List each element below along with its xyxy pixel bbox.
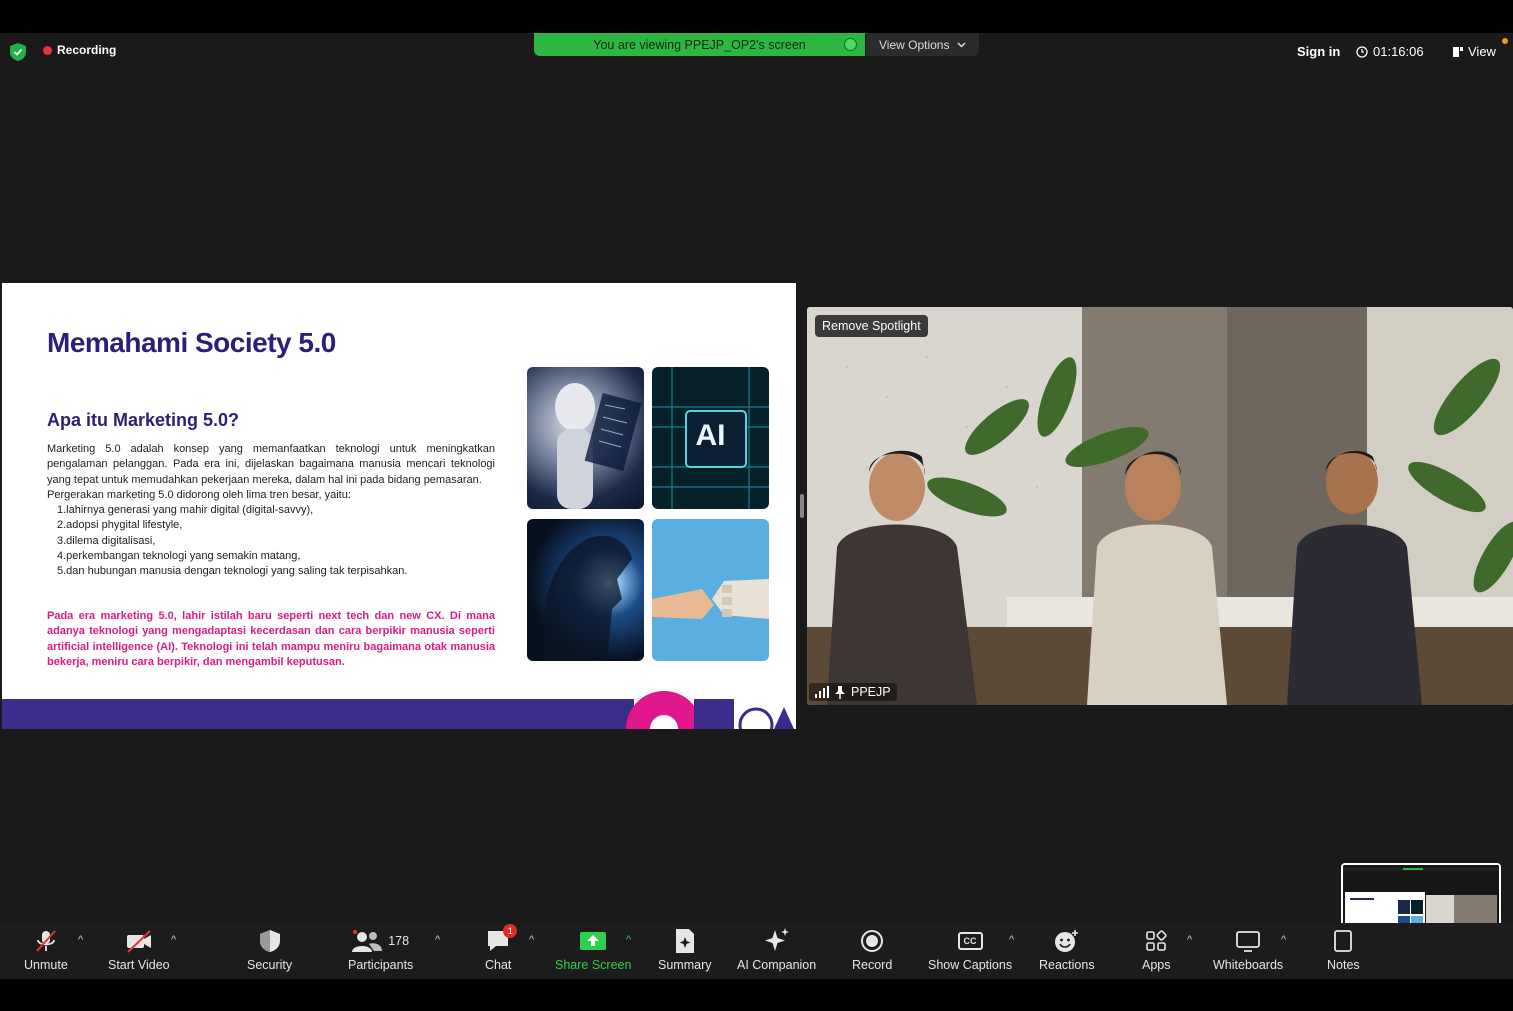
- participants-options-chevron-icon[interactable]: ^: [435, 934, 440, 946]
- pin-icon: [835, 685, 845, 699]
- trend-item: 5.dan hubungan manusia dengan teknologi …: [57, 565, 408, 578]
- apps-options-chevron-icon[interactable]: ^: [1187, 934, 1192, 946]
- summary-icon: [675, 929, 694, 953]
- show-captions-label: Show Captions: [928, 958, 1013, 972]
- video-off-icon: [126, 930, 151, 953]
- whiteboards-options-chevron-icon[interactable]: ^: [1281, 934, 1286, 946]
- recording-indicator[interactable]: Recording: [43, 43, 116, 57]
- captions-icon: CC: [957, 932, 983, 950]
- notes-label: Notes: [1327, 958, 1360, 972]
- apps-button[interactable]: Apps: [1142, 928, 1171, 972]
- view-options-button[interactable]: View Options: [866, 33, 979, 56]
- participants-button[interactable]: 178 Participants: [348, 928, 413, 972]
- timer-text: 01:16:06: [1373, 44, 1424, 59]
- ai-chip-label: AI: [695, 419, 726, 452]
- apps-label: Apps: [1142, 958, 1171, 972]
- notes-button[interactable]: Notes: [1327, 928, 1360, 972]
- screen-share-dot-icon: [844, 38, 857, 51]
- signal-icon: [815, 686, 829, 698]
- view-options-label: View Options: [879, 37, 950, 52]
- unmute-button[interactable]: Unmute: [24, 928, 68, 972]
- recording-label: Recording: [57, 43, 117, 57]
- slide-footer-bar: [2, 699, 594, 729]
- security-button[interactable]: Security: [247, 928, 292, 972]
- captions-options-chevron-icon[interactable]: ^: [1009, 934, 1014, 946]
- chat-label: Chat: [485, 958, 512, 972]
- handshake-image: [652, 519, 769, 661]
- slide-subtitle: Apa itu Marketing 5.0?: [47, 410, 240, 430]
- reactions-icon: [1054, 930, 1078, 952]
- security-shield-icon: [259, 930, 280, 952]
- muted-mic-icon: [36, 930, 56, 952]
- start-video-button[interactable]: Start Video: [108, 928, 170, 972]
- sign-in-button[interactable]: Sign in: [1297, 44, 1340, 59]
- security-label: Security: [247, 958, 293, 972]
- whiteboard-icon: [1236, 931, 1260, 952]
- spotlight-video[interactable]: [807, 307, 1513, 705]
- whiteboards-label: Whiteboards: [1213, 958, 1284, 972]
- robot-image: [527, 367, 644, 509]
- chevron-down-icon: [957, 41, 967, 48]
- unmute-label: Unmute: [24, 958, 68, 972]
- apps-icon: [1146, 930, 1167, 951]
- view-label: View: [1468, 44, 1496, 59]
- record-button[interactable]: Record: [852, 928, 892, 972]
- window: Recording You are viewing PPEJP_OP2's sc…: [0, 0, 1513, 1011]
- ai-companion-button[interactable]: AI Companion: [737, 928, 816, 972]
- shared-screen-slide[interactable]: Memahami Society 5.0 Apa itu Marketing 5…: [2, 283, 796, 729]
- participants-count: 178: [388, 934, 410, 948]
- participant-name: PPEJP: [851, 685, 891, 699]
- split-view-divider[interactable]: [800, 494, 804, 518]
- ai-chip-image: AI: [652, 367, 769, 509]
- summary-button[interactable]: Summary: [658, 928, 711, 972]
- recording-dot-icon: [43, 45, 52, 55]
- summary-label: Summary: [658, 958, 712, 972]
- clock-icon: [1356, 45, 1368, 58]
- record-label: Record: [852, 958, 893, 972]
- reactions-button[interactable]: Reactions: [1039, 928, 1095, 972]
- ai-companion-label: AI Companion: [737, 958, 817, 972]
- slide-paragraph-2: Pergerakan marketing 5.0 didorong oleh l…: [47, 488, 351, 501]
- view-layout-icon: [1453, 46, 1463, 57]
- trend-item: 2.adopsi phygital lifestyle,: [57, 519, 183, 532]
- chat-options-chevron-icon[interactable]: ^: [529, 934, 534, 946]
- participants-icon: [352, 930, 383, 952]
- chat-button[interactable]: 1 Chat: [485, 924, 518, 972]
- video-options-chevron-icon[interactable]: ^: [171, 934, 176, 946]
- slide-highlight: Pada era marketing 5.0, lahir istilah ba…: [47, 610, 495, 668]
- trend-list: 1.lahirnya generasi yang mahir digital (…: [57, 503, 495, 579]
- viewing-banner-text: You are viewing PPEJP_OP2's screen: [593, 37, 806, 52]
- participant-name-tag: PPEJP: [809, 683, 897, 701]
- reactions-label: Reactions: [1039, 958, 1095, 972]
- share-screen-button[interactable]: Share Screen: [555, 928, 631, 972]
- human-profile-image: [527, 519, 644, 661]
- shield-check-icon[interactable]: [10, 43, 26, 61]
- start-video-label: Start Video: [108, 958, 170, 972]
- participants-label: Participants: [348, 958, 414, 972]
- audio-options-chevron-icon[interactable]: ^: [78, 934, 83, 946]
- trend-item: 3.dilema digitalisasi,: [57, 534, 156, 547]
- viewing-banner: You are viewing PPEJP_OP2's screen: [534, 33, 865, 56]
- notes-icon: [1334, 930, 1353, 952]
- slide-decoration: [594, 685, 796, 729]
- share-options-chevron-icon[interactable]: ^: [626, 934, 631, 946]
- remove-spotlight-button[interactable]: Remove Spotlight: [815, 315, 928, 337]
- ai-sparkle-icon: [764, 928, 789, 951]
- slide-title: Memahami Society 5.0: [47, 327, 336, 358]
- record-icon: [861, 930, 884, 952]
- trend-item: 4.perkembangan teknologi yang semakin ma…: [57, 550, 301, 563]
- notification-dot: [1502, 38, 1508, 44]
- whiteboards-button[interactable]: Whiteboards: [1213, 928, 1283, 972]
- meeting-timer[interactable]: 01:16:06: [1356, 44, 1424, 59]
- slide-body: Marketing 5.0 adalah konsep yang memanfa…: [47, 442, 495, 580]
- share-screen-arrow-icon: [580, 932, 607, 950]
- trend-item: 1.lahirnya generasi yang mahir digital (…: [57, 504, 314, 517]
- show-captions-button[interactable]: CC Show Captions: [928, 928, 1012, 972]
- view-button[interactable]: View: [1452, 44, 1496, 59]
- share-screen-label: Share Screen: [555, 958, 632, 972]
- slide-paragraph-1: Marketing 5.0 adalah konsep yang memanfa…: [47, 443, 495, 486]
